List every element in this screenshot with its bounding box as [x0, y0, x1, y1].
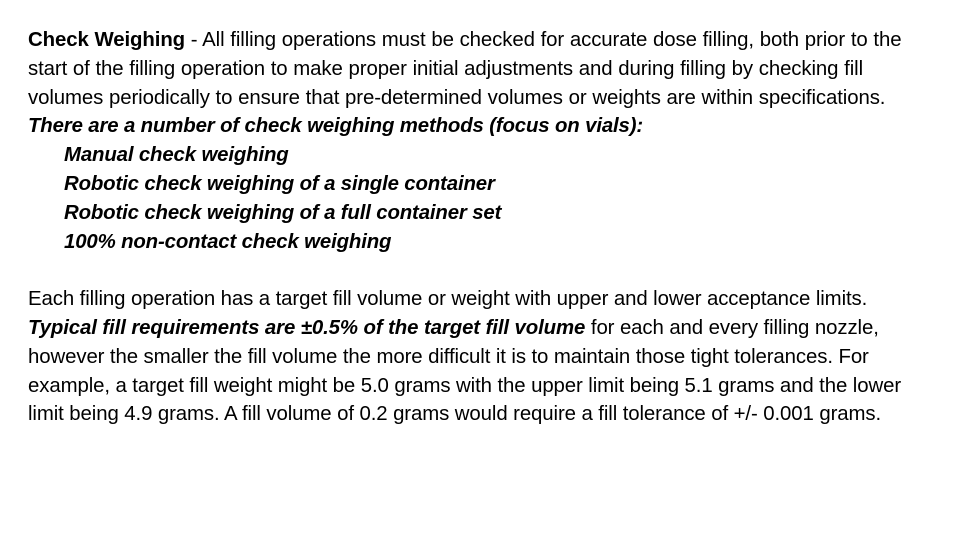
- paragraph-lead-in-term: Check Weighing: [28, 29, 186, 51]
- fill-tolerance-emphasis: Typical fill requirements are ±0.5% of t…: [28, 316, 586, 339]
- list-item: Manual check weighing: [64, 144, 289, 167]
- slide-canvas: Check Weighing - All filling operations …: [0, 0, 960, 540]
- methods-intro-line: There are a number of check weighing met…: [28, 115, 644, 138]
- list-item: Robotic check weighing of a single conta…: [64, 172, 495, 195]
- list-item: 100% non-contact check weighing: [64, 230, 392, 253]
- check-weighing-methods-list: Manual check weighing Robotic check weig…: [28, 141, 934, 256]
- paragraph-check-weighing: Check Weighing - All filling operations …: [28, 26, 934, 112]
- list-item: Robotic check weighing of a full contain…: [64, 201, 502, 224]
- slide-body-text: Check Weighing - All filling operations …: [28, 26, 934, 429]
- paragraph-fill-tolerances: Each filling operation has a target fill…: [28, 285, 934, 429]
- fill-tolerance-text-part-1: Each filling operation has a target fill…: [28, 288, 868, 311]
